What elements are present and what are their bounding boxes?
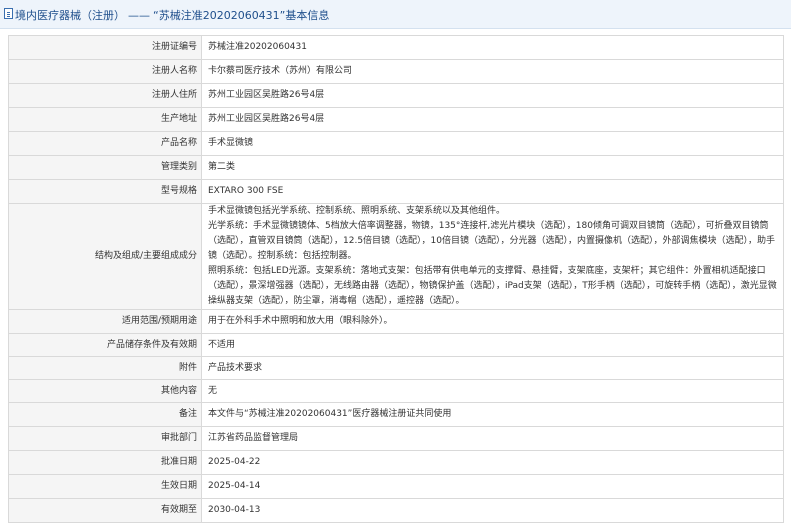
field-value: 苏州工业园区吴胜路26号4层 [201,83,784,108]
field-value: 手术显微镜 [201,131,784,156]
field-label: 附件 [8,356,202,380]
table-row: 适用范围/预期用途 用于在外科手术中照明和放大用（眼科除外）。 [8,309,784,334]
table-row: 审批部门 江苏省药品监督管理局 [8,426,784,451]
breadcrumb-link[interactable]: 境内医疗器械（注册） [15,9,125,22]
field-label: 有效期至 [8,498,202,523]
field-value: 第二类 [201,155,784,180]
field-value: 本文件与“苏械注准20202060431”医疗器械注册证共同使用 [201,402,784,427]
field-value: 江苏省药品监督管理局 [201,426,784,451]
field-value: 2025-04-14 [201,474,784,499]
table-row: 注册证编号 苏械注准20202060431 [8,35,784,60]
field-label: 批准日期 [8,450,202,475]
field-label: 产品名称 [8,131,202,156]
document-icon [4,8,13,19]
field-label: 注册证编号 [8,35,202,60]
field-label: 审批部门 [8,426,202,451]
field-value: 苏州工业园区吴胜路26号4层 [201,107,784,132]
field-label: 其他内容 [8,379,202,403]
field-value: 卡尔蔡司医疗技术（苏州）有限公司 [201,59,784,84]
table-row: 结构及组成/主要组成成分 手术显微镜包括光学系统、控制系统、照明系统、支架系统以… [8,203,784,310]
table-row: 产品储存条件及有效期 不适用 [8,333,784,357]
page-header: 境内医疗器械（注册） —— “苏械注准20202060431”基本信息 [0,0,791,29]
field-value: 苏械注准20202060431 [201,35,784,60]
field-value: EXTARO 300 FSE [201,179,784,204]
composition-line: 照明系统：包括LED光源。支架系统：落地式支架：包括带有供电单元的支撑臂、悬挂臂… [208,266,777,306]
field-label: 型号规格 [8,179,202,204]
table-row: 附件 产品技术要求 [8,356,784,380]
page-title: 境内医疗器械（注册） —— “苏械注准20202060431”基本信息 [15,7,329,23]
device-info-table: 注册证编号 苏械注准20202060431 注册人名称 卡尔蔡司医疗技术（苏州）… [8,35,784,523]
field-label: 适用范围/预期用途 [8,309,202,334]
table-row: 其他内容 无 [8,379,784,403]
field-label: 管理类别 [8,155,202,180]
field-label: 注册人名称 [8,59,202,84]
field-value: 手术显微镜包括光学系统、控制系统、照明系统、支架系统以及其他组件。 光学系统：手… [201,203,784,310]
table-row: 批准日期 2025-04-22 [8,450,784,475]
field-label: 结构及组成/主要组成成分 [8,203,202,310]
field-label: 生产地址 [8,107,202,132]
record-title: “苏械注准20202060431”基本信息 [153,9,330,22]
title-separator: —— [128,9,150,22]
field-value: 不适用 [201,333,784,357]
table-row: 有效期至 2030-04-13 [8,498,784,523]
field-label: 产品储存条件及有效期 [8,333,202,357]
table-row: 型号规格 EXTARO 300 FSE [8,179,784,204]
field-value: 2030-04-13 [201,498,784,523]
field-value: 产品技术要求 [201,356,784,380]
table-row: 生产地址 苏州工业园区吴胜路26号4层 [8,107,784,132]
field-label: 备注 [8,402,202,427]
field-label: 注册人住所 [8,83,202,108]
table-row: 产品名称 手术显微镜 [8,131,784,156]
composition-line: 手术显微镜包括光学系统、控制系统、照明系统、支架系统以及其他组件。 [208,206,506,216]
field-value: 用于在外科手术中照明和放大用（眼科除外）。 [201,309,784,334]
table-row: 注册人住所 苏州工业园区吴胜路26号4层 [8,83,784,108]
field-value: 2025-04-22 [201,450,784,475]
field-value: 无 [201,379,784,403]
field-label: 生效日期 [8,474,202,499]
composition-line: 光学系统：手术显微镜镜体、5档放大倍率调整器，物镜，135°连接杆,滤光片模块（… [208,221,775,261]
table-row: 管理类别 第二类 [8,155,784,180]
table-row: 注册人名称 卡尔蔡司医疗技术（苏州）有限公司 [8,59,784,84]
table-row: 备注 本文件与“苏械注准20202060431”医疗器械注册证共同使用 [8,402,784,427]
table-row: 生效日期 2025-04-14 [8,474,784,499]
